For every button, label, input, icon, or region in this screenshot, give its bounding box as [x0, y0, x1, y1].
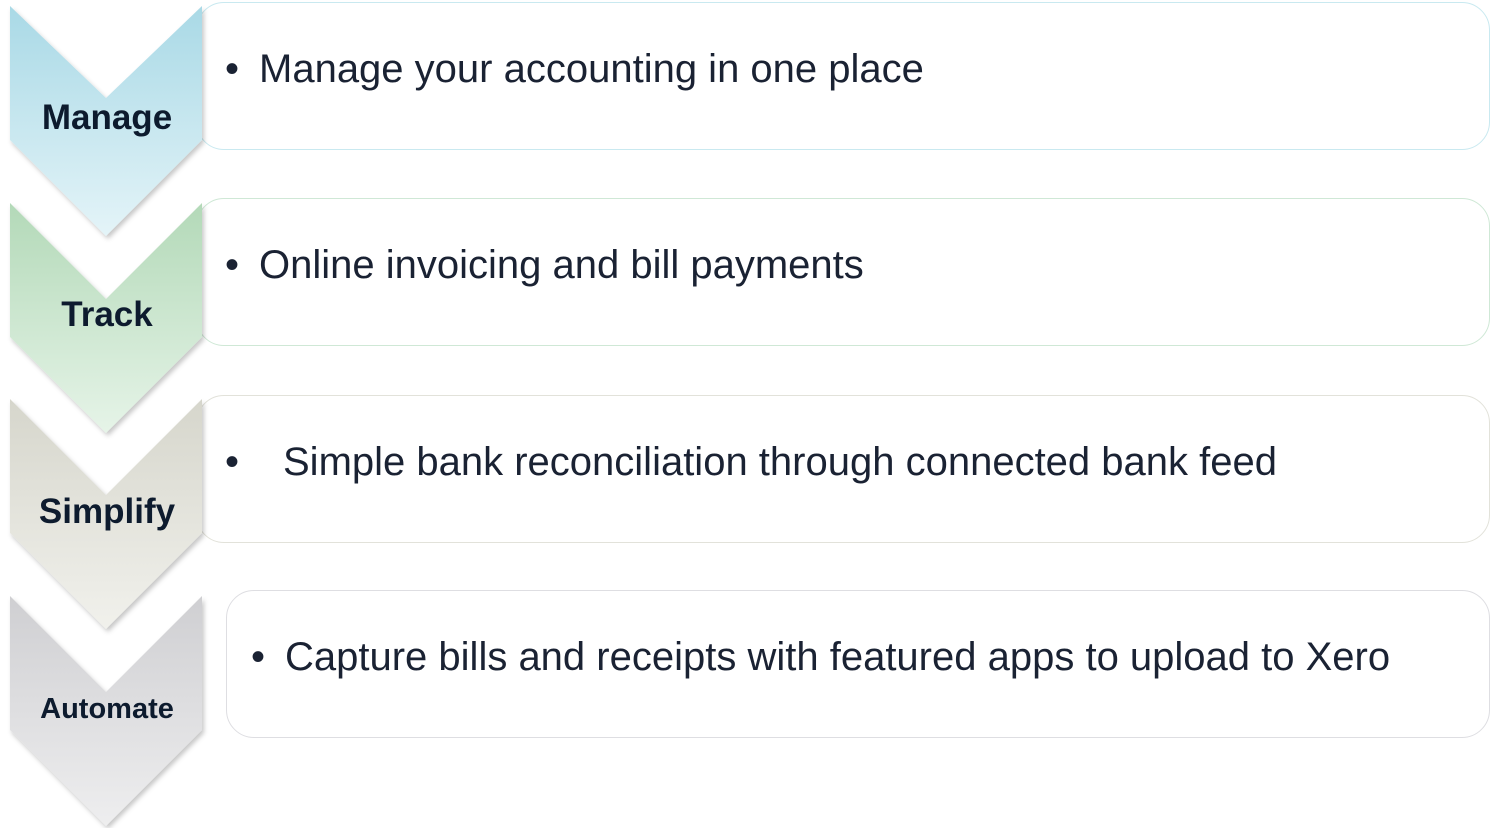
chevron-label-simplify: Simplify — [38, 492, 176, 531]
step-description: Simple bank reconciliation through conne… — [283, 440, 1277, 484]
step-description: Manage your accounting in one place — [259, 47, 924, 91]
process-diagram: • Manage your accounting in one place • … — [0, 0, 1496, 828]
step-text-manage: • Manage your accounting in one place — [225, 47, 924, 92]
step-box-manage: • Manage your accounting in one place — [196, 2, 1490, 150]
step-text-track: • Online invoicing and bill payments — [225, 243, 864, 288]
step-description: Capture bills and receipts with featured… — [285, 635, 1391, 679]
step-box-automate: • Capture bills and receipts with featur… — [226, 590, 1490, 738]
step-text-automate: • Capture bills and receipts with featur… — [251, 635, 1390, 680]
step-box-simplify: • Simple bank reconciliation through con… — [196, 395, 1490, 543]
bullet-icon: • — [251, 635, 266, 679]
step-box-track: • Online invoicing and bill payments — [196, 198, 1490, 346]
chevron-label-manage: Manage — [41, 98, 173, 137]
bullet-icon: • — [225, 440, 240, 484]
bullet-icon: • — [225, 47, 240, 91]
chevron-label-automate: Automate — [40, 693, 174, 725]
step-description: Online invoicing and bill payments — [259, 243, 864, 287]
step-text-simplify: • Simple bank reconciliation through con… — [225, 440, 1277, 485]
bullet-icon: • — [225, 243, 240, 287]
chevron-label-track: Track — [61, 295, 153, 334]
